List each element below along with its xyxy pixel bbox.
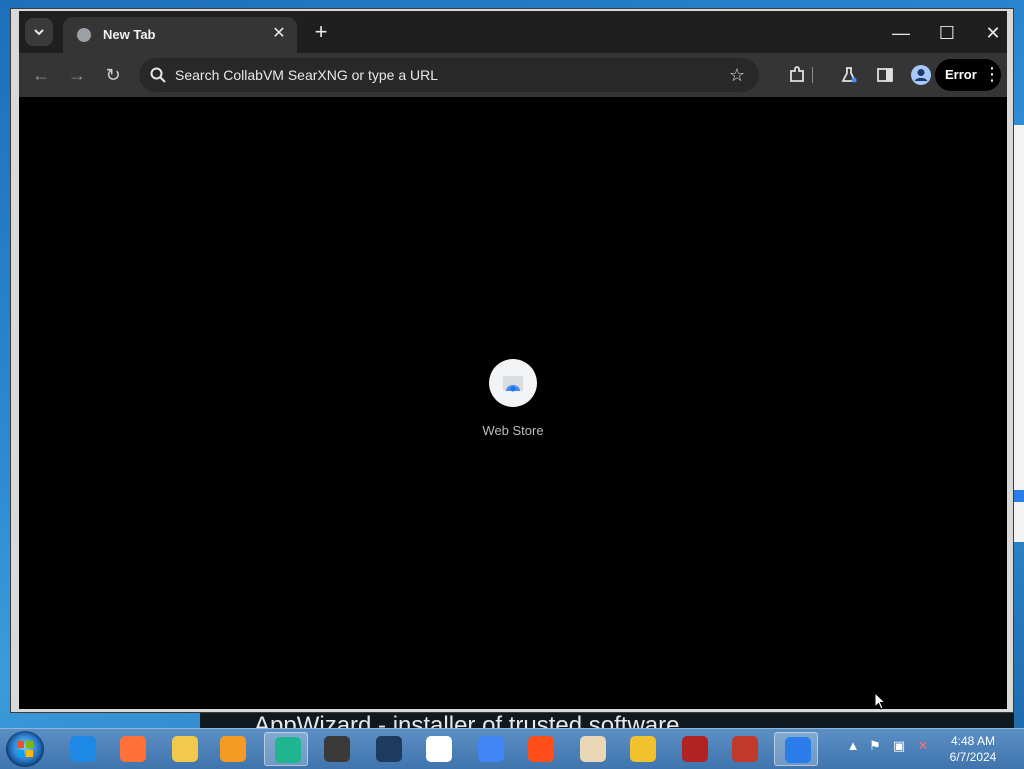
error-menu-button[interactable]: Error ⋮	[935, 59, 1001, 91]
reload-icon: ↻	[105, 65, 121, 85]
start-button[interactable]	[6, 731, 44, 767]
taskbar-app-aliexpress[interactable]	[518, 732, 562, 766]
mouse-cursor-icon	[874, 692, 886, 710]
shortcut-label: Web Store	[482, 423, 544, 438]
taskbar-app-chrome[interactable]	[468, 732, 512, 766]
chrome-icon	[478, 736, 504, 762]
browser-toolbar: ← → ↻ Search CollabVM SearXNG or type a …	[19, 53, 1007, 97]
internet-explorer-icon	[70, 736, 96, 762]
minimize-button[interactable]: —	[887, 21, 915, 45]
star-icon	[732, 736, 758, 762]
side-panel-icon	[877, 68, 893, 82]
action-center-flag-icon[interactable]: ⚑	[866, 737, 884, 755]
tab-search-button[interactable]	[25, 18, 53, 46]
game-badge-icon	[630, 736, 656, 762]
labs-button[interactable]	[835, 61, 863, 89]
toolbar-separator	[812, 67, 813, 83]
taskbar-app-browser-app[interactable]	[264, 732, 308, 766]
taskbar-app-yandex[interactable]	[416, 732, 460, 766]
arrow-left-icon: ←	[32, 65, 50, 85]
new-tab-button[interactable]: +	[309, 21, 333, 45]
clock-date: 6/7/2024	[949, 750, 997, 764]
side-panel-button[interactable]	[871, 61, 899, 89]
tab-title: New Tab	[103, 27, 156, 42]
tab-close-icon[interactable]: ✕	[269, 24, 289, 44]
taskbar-clock[interactable]: 4:48 AM 6/7/2024	[940, 733, 1006, 765]
taskbar-app-file-explorer[interactable]	[162, 732, 206, 766]
tab-strip: New Tab ✕ + — ☐ ✕	[19, 11, 1007, 53]
taskbar-app-rn[interactable]	[672, 732, 716, 766]
globe-icon	[77, 28, 91, 42]
back-button[interactable]: ←	[27, 61, 55, 89]
taskbar-app-world-of-tanks[interactable]	[314, 732, 358, 766]
chevron-down-icon	[34, 29, 44, 36]
error-label: Error	[945, 67, 977, 82]
plus-icon: +	[314, 19, 328, 44]
taskbar-app-star[interactable]	[722, 732, 766, 766]
address-bar[interactable]: Search CollabVM SearXNG or type a URL ☆	[139, 58, 759, 92]
firefox-icon	[120, 736, 146, 762]
clock-time: 4:48 AM	[950, 734, 996, 748]
aliexpress-icon	[528, 736, 554, 762]
puzzle-icon	[790, 66, 804, 82]
show-hidden-icons-icon[interactable]: ▲	[844, 737, 862, 755]
arrow-right-icon: →	[68, 65, 86, 85]
taskbar-app-firefox[interactable]	[110, 732, 154, 766]
volume-muted-icon[interactable]: ✕	[914, 737, 932, 755]
taskbar-app-media-player[interactable]	[210, 732, 254, 766]
close-window-button[interactable]: ✕	[979, 21, 1007, 45]
media-player-icon	[220, 736, 246, 762]
browser-app-icon	[275, 737, 301, 763]
reload-button[interactable]: ↻	[99, 61, 127, 89]
taskbar-app-internet-explorer[interactable]	[60, 732, 104, 766]
world-of-tanks-icon	[324, 736, 350, 762]
flask-icon	[841, 67, 857, 83]
windows-flag-icon	[17, 741, 33, 757]
world-of-warships-icon	[376, 736, 402, 762]
more-vert-icon: ⋮	[983, 64, 1001, 84]
taskbar-app-appwizard[interactable]	[774, 732, 818, 766]
bookmark-star-icon[interactable]: ☆	[725, 63, 749, 87]
forward-button[interactable]: →	[63, 61, 91, 89]
file-explorer-icon	[172, 736, 198, 762]
web-store-icon	[489, 359, 537, 407]
taskbar-app-game[interactable]	[570, 732, 614, 766]
yandex-icon	[426, 736, 452, 762]
extensions-button[interactable]	[783, 61, 811, 89]
windows-taskbar: ▲ ⚑ ▣ ✕ 4:48 AM 6/7/2024	[0, 728, 1024, 769]
profile-avatar-icon	[911, 65, 931, 85]
appwizard-icon	[785, 737, 811, 763]
maximize-button[interactable]: ☐	[933, 21, 961, 45]
network-icon[interactable]: ▣	[890, 737, 908, 755]
chrome-window: New Tab ✕ + — ☐ ✕ ← → ↻ Search CollabVM …	[10, 8, 1014, 713]
taskbar-app-world-of-warships[interactable]	[366, 732, 410, 766]
background-window-edge	[1014, 125, 1024, 542]
shortcut-web-store[interactable]: Web Store	[471, 359, 555, 449]
rn-icon	[682, 736, 708, 762]
taskbar-app-game-badge[interactable]	[620, 732, 664, 766]
background-accent	[1014, 490, 1024, 502]
new-tab-page: Web Store	[19, 97, 1007, 709]
address-bar-placeholder: Search CollabVM SearXNG or type a URL	[175, 67, 438, 83]
search-icon	[150, 67, 166, 83]
game-icon	[580, 736, 606, 762]
profile-button[interactable]	[907, 61, 935, 89]
tab-new-tab[interactable]: New Tab ✕	[63, 17, 297, 53]
